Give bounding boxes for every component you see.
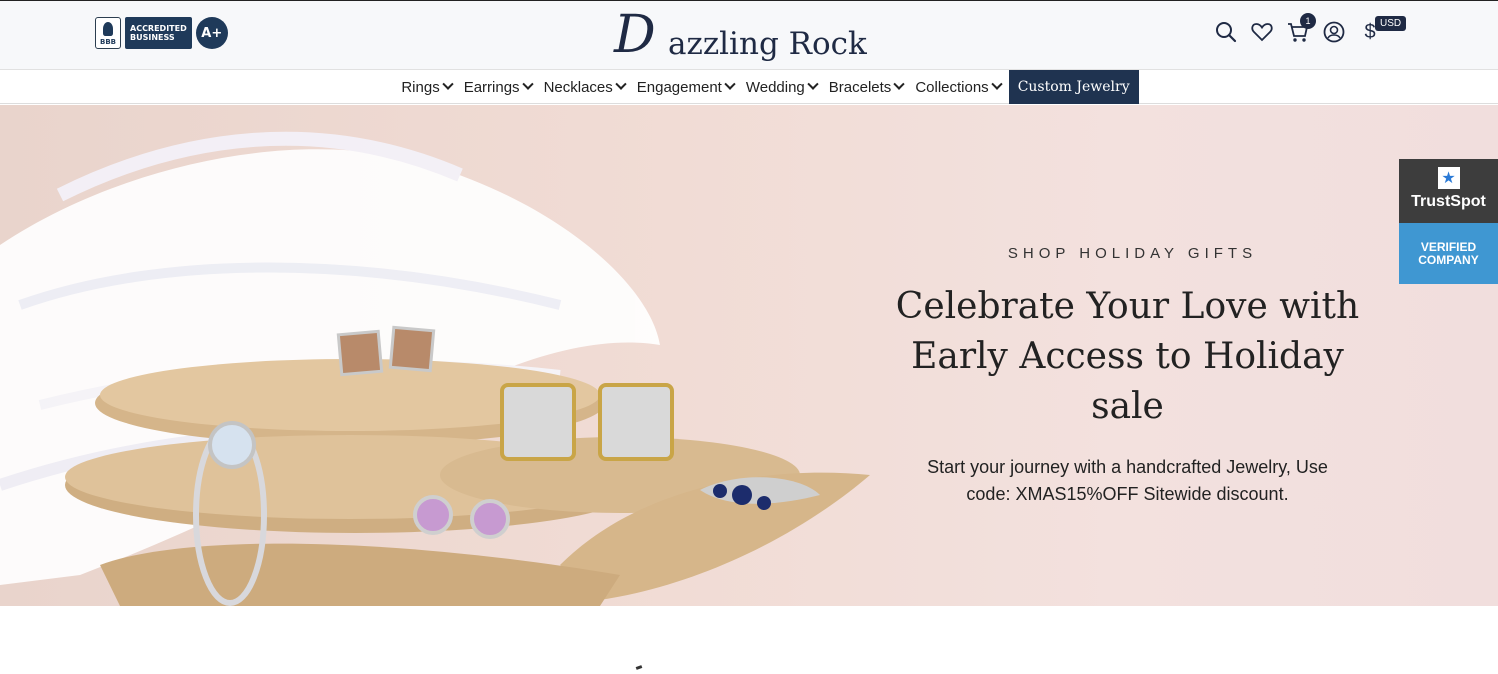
nav-item-custom-jewelry[interactable]: Custom Jewelry xyxy=(1008,70,1139,104)
main-navigation: Rings Earrings Necklaces Engagement Wedd… xyxy=(0,70,1498,104)
nav-item-earrings[interactable]: Earrings xyxy=(458,70,538,104)
top-header: BBB ACCREDITED BUSINESS A+ D azzling Roc… xyxy=(0,0,1498,70)
chevron-down-icon xyxy=(442,78,454,90)
bbb-torch-label: BBB xyxy=(99,38,116,46)
chevron-down-icon xyxy=(991,78,1003,90)
nav-label: Wedding xyxy=(745,78,805,96)
hero-headline-line1: Celebrate Your Love with xyxy=(895,286,1360,327)
star-icon: ★ xyxy=(1437,167,1460,189)
chevron-down-icon xyxy=(615,78,627,90)
hero-headline-line2: Early Access to Holiday sale xyxy=(911,336,1344,427)
chevron-down-icon xyxy=(807,78,819,90)
trustspot-header: ★ TrustSpot xyxy=(1399,159,1498,223)
bbb-accredited-line1: ACCREDITED xyxy=(130,24,187,33)
hero-text: SHOP HOLIDAY GIFTS Celebrate Your Love w… xyxy=(870,245,1385,508)
chevron-down-icon xyxy=(724,78,736,90)
nav-item-rings[interactable]: Rings xyxy=(395,70,457,104)
hero-subtext-line1: Start your journey with a handcrafted Je… xyxy=(927,457,1328,477)
header-icons: 1 $ xyxy=(1214,13,1382,45)
trustspot-badge-line2: COMPANY xyxy=(1418,253,1479,267)
nav-label: Earrings xyxy=(463,78,520,96)
bbb-torch-icon: BBB xyxy=(95,17,121,49)
site-logo[interactable]: D azzling Rock xyxy=(614,5,874,65)
nav-label: Rings xyxy=(401,78,440,96)
search-icon[interactable] xyxy=(1214,19,1238,45)
section-heading-fragment xyxy=(635,665,643,670)
chevron-down-icon xyxy=(521,78,534,90)
nav-label: Necklaces xyxy=(543,78,613,96)
nav-item-wedding[interactable]: Wedding xyxy=(740,70,823,104)
nav-item-bracelets[interactable]: Bracelets xyxy=(823,70,910,104)
user-icon[interactable] xyxy=(1322,19,1346,45)
currency-badge[interactable]: USD xyxy=(1375,16,1407,31)
logo-text: azzling Rock xyxy=(668,26,867,62)
nav-item-engagement[interactable]: Engagement xyxy=(631,70,740,104)
bbb-grade: A+ xyxy=(195,17,228,49)
hero-eyebrow: SHOP HOLIDAY GIFTS xyxy=(1007,245,1258,262)
nav-item-collections[interactable]: Collections xyxy=(909,70,1006,104)
bbb-accreditation-badge[interactable]: BBB ACCREDITED BUSINESS A+ xyxy=(95,16,228,50)
hero-subtext-line2: code: XMAS15%OFF Sitewide discount. xyxy=(966,484,1289,504)
bbb-accredited-label: ACCREDITED BUSINESS xyxy=(125,17,192,49)
nav-item-necklaces[interactable]: Necklaces xyxy=(538,70,631,104)
bbb-accredited-line2: BUSINESS xyxy=(130,33,175,42)
hero-banner[interactable]: SHOP HOLIDAY GIFTS Celebrate Your Love w… xyxy=(0,105,1498,606)
cart-icon[interactable]: 1 xyxy=(1286,13,1316,45)
nav-label: Bracelets xyxy=(828,78,892,96)
trustspot-verified: VERIFIED COMPANY xyxy=(1399,223,1498,284)
hero-headline: Celebrate Your Love with Early Access to… xyxy=(870,282,1385,432)
hero-jewelry-image xyxy=(0,131,870,606)
hero-subtext: Start your journey with a handcrafted Je… xyxy=(870,454,1385,508)
chevron-down-icon xyxy=(893,78,905,90)
currency-symbol: $ xyxy=(1364,20,1376,43)
trustspot-name: TrustSpot xyxy=(1411,193,1486,210)
heart-icon[interactable] xyxy=(1250,19,1274,45)
logo-initial: D xyxy=(614,5,656,65)
nav-label: Engagement xyxy=(636,78,722,96)
nav-label: Collections xyxy=(915,78,989,96)
trustspot-badge[interactable]: ★ TrustSpot VERIFIED COMPANY xyxy=(1399,159,1498,284)
cart-count-badge: 1 xyxy=(1300,13,1316,29)
